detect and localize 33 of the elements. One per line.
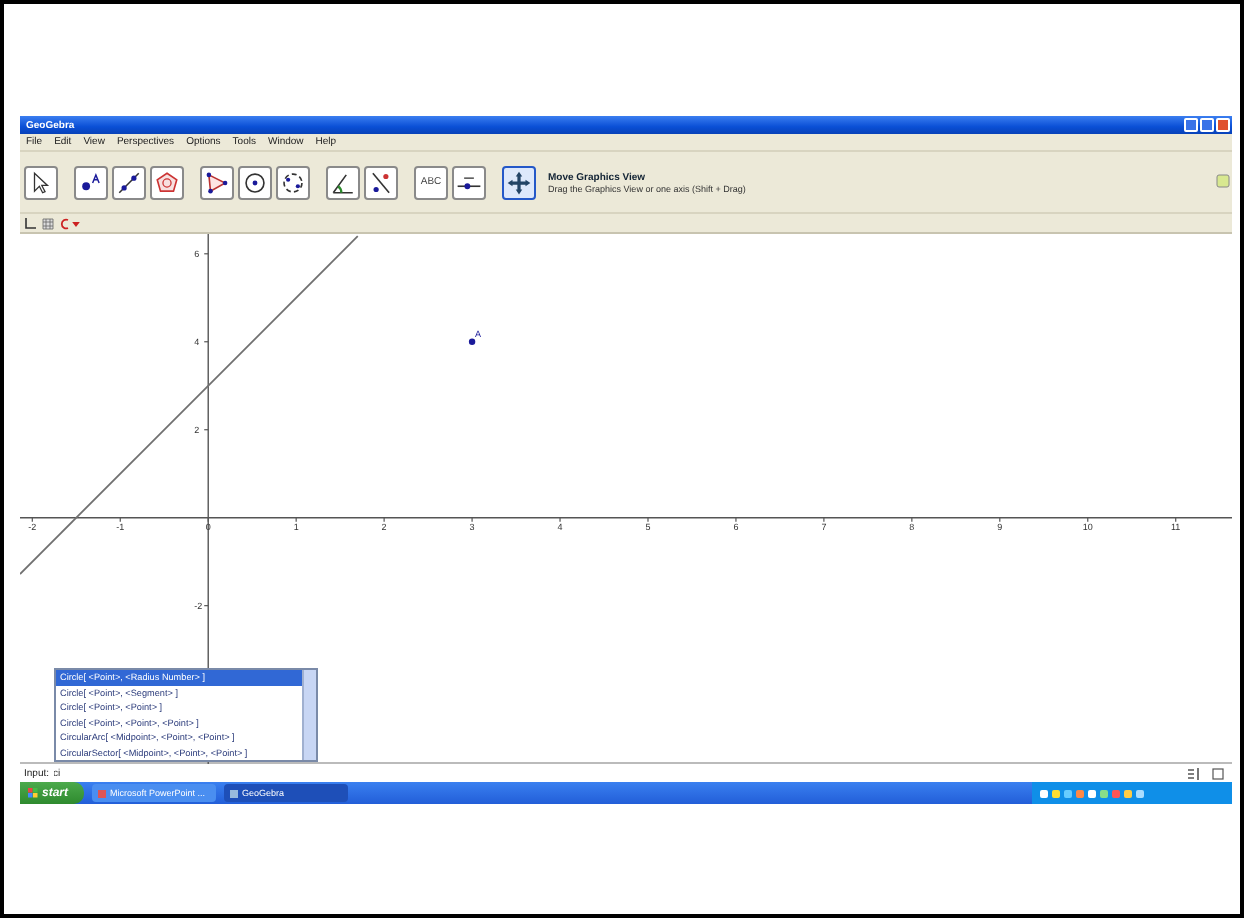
- tool-button[interactable]: [276, 165, 310, 199]
- maximize-button[interactable]: [1200, 118, 1214, 132]
- point-dot: [468, 338, 476, 345]
- app-icon: [98, 789, 107, 797]
- tool-button[interactable]: [452, 165, 486, 199]
- cursor-icon: [28, 169, 54, 195]
- line-icon: [116, 169, 142, 195]
- tool-button[interactable]: [364, 165, 398, 199]
- pentagon-icon: [154, 169, 180, 195]
- axes-icon[interactable]: [24, 217, 36, 229]
- windows-logo-icon: [28, 788, 38, 798]
- point-icon: [78, 169, 104, 195]
- scrollbar[interactable]: [302, 670, 316, 760]
- tool-button[interactable]: [112, 165, 146, 199]
- angle-icon: [330, 169, 356, 195]
- help-icon[interactable]: [1212, 767, 1224, 779]
- reflection-icon: [368, 169, 394, 195]
- symbol-table-icon[interactable]: [1188, 767, 1200, 779]
- minimize-button[interactable]: [1184, 118, 1198, 132]
- close-button[interactable]: [1216, 118, 1230, 132]
- tool-button[interactable]: [326, 165, 360, 199]
- tool-button[interactable]: [24, 165, 58, 199]
- dotted-circle-icon: [280, 169, 306, 195]
- tool-button[interactable]: [74, 165, 108, 199]
- tool-button[interactable]: [238, 165, 272, 199]
- circle-icon: [242, 169, 268, 195]
- triangle-icon: [204, 169, 230, 195]
- tool-button[interactable]: [200, 165, 234, 199]
- tool-button[interactable]: [502, 165, 536, 199]
- move-arrows-icon: [506, 169, 532, 195]
- point-capture-icon[interactable]: [60, 217, 80, 229]
- grid-icon[interactable]: [42, 217, 54, 229]
- app-icon: [230, 789, 239, 797]
